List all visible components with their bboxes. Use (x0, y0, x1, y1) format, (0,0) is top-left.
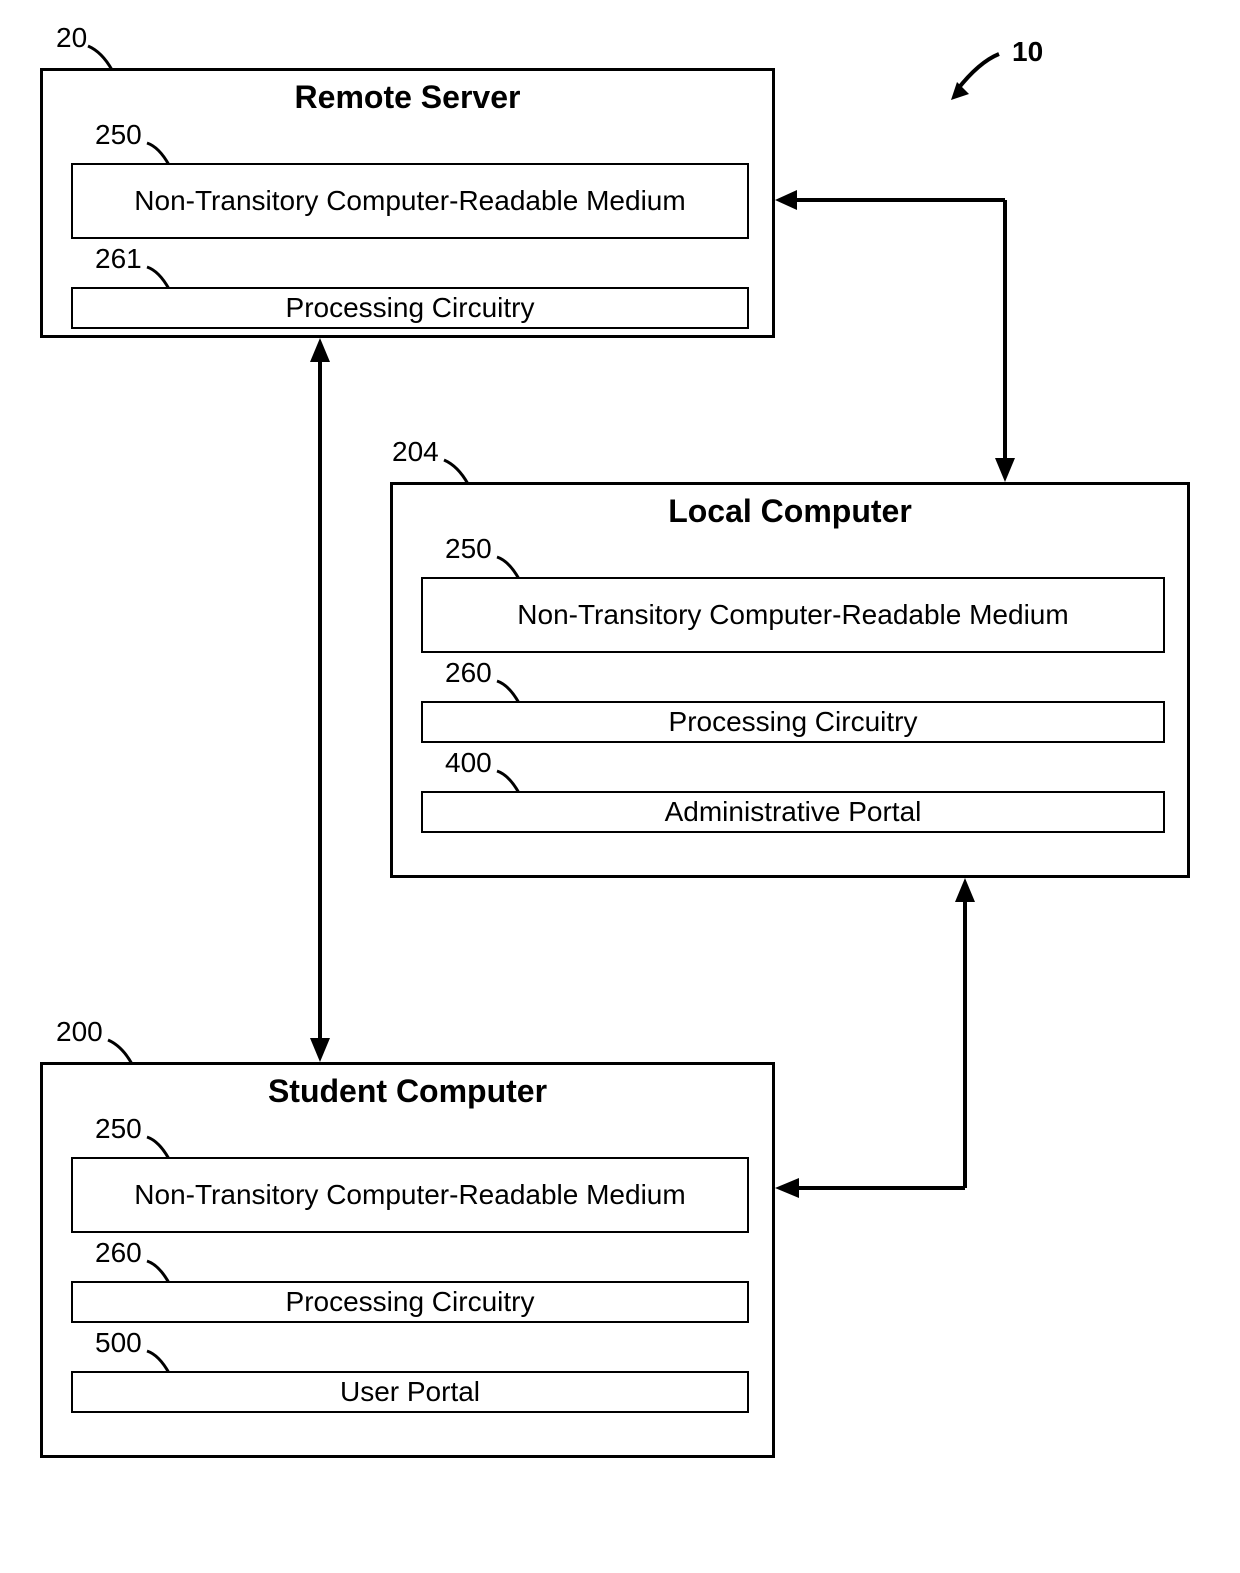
student-computer-item2-label: User Portal (340, 1376, 480, 1408)
student-computer-item2-ref: 500 (95, 1327, 142, 1359)
local-computer-item1-ref: 260 (445, 657, 492, 689)
local-computer-item2-ref: 400 (445, 747, 492, 779)
remote-server-box: Remote Server 250 Non-Transitory Compute… (40, 68, 775, 338)
remote-server-item0-ref: 250 (95, 119, 142, 151)
student-computer-item0-label: Non-Transitory Computer-Readable Medium (134, 1179, 685, 1211)
remote-server-item1-label: Processing Circuitry (286, 292, 535, 324)
remote-server-item0-label: Non-Transitory Computer-Readable Medium (134, 185, 685, 217)
student-computer-item1-label: Processing Circuitry (286, 1286, 535, 1318)
student-computer-title: Student Computer (43, 1065, 772, 1114)
student-computer-item0-box: Non-Transitory Computer-Readable Medium (71, 1157, 749, 1233)
local-computer-item2-label: Administrative Portal (665, 796, 922, 828)
local-computer-item0-ref: 250 (445, 533, 492, 565)
connector-remote-student (300, 338, 340, 1068)
student-computer-item1-box: Processing Circuitry (71, 1281, 749, 1323)
remote-server-item0-box: Non-Transitory Computer-Readable Medium (71, 163, 749, 239)
remote-server-ref: 20 (56, 22, 87, 54)
student-computer-item0-ref: 250 (95, 1113, 142, 1145)
local-computer-item2-box: Administrative Portal (421, 791, 1165, 833)
local-computer-item1-box: Processing Circuitry (421, 701, 1165, 743)
connector-remote-local (775, 180, 1035, 490)
student-computer-item2-box: User Portal (71, 1371, 749, 1413)
local-computer-box: Local Computer 250 Non-Transitory Comput… (390, 482, 1190, 878)
student-computer-box: Student Computer 250 Non-Transitory Comp… (40, 1062, 775, 1458)
student-computer-item1-ref: 260 (95, 1237, 142, 1269)
student-computer-ref: 200 (56, 1016, 103, 1048)
remote-server-title: Remote Server (43, 71, 772, 120)
local-computer-title: Local Computer (393, 485, 1187, 534)
remote-server-item1-box: Processing Circuitry (71, 287, 749, 329)
remote-server-item1-ref: 261 (95, 243, 142, 275)
local-computer-item0-box: Non-Transitory Computer-Readable Medium (421, 577, 1165, 653)
connector-student-local (775, 878, 995, 1208)
local-computer-item1-label: Processing Circuitry (669, 706, 918, 738)
local-computer-ref: 204 (392, 436, 439, 468)
figure-leader-arrow (949, 48, 1009, 98)
local-computer-item0-label: Non-Transitory Computer-Readable Medium (517, 599, 1068, 631)
figure-ref: 10 (1012, 36, 1043, 68)
